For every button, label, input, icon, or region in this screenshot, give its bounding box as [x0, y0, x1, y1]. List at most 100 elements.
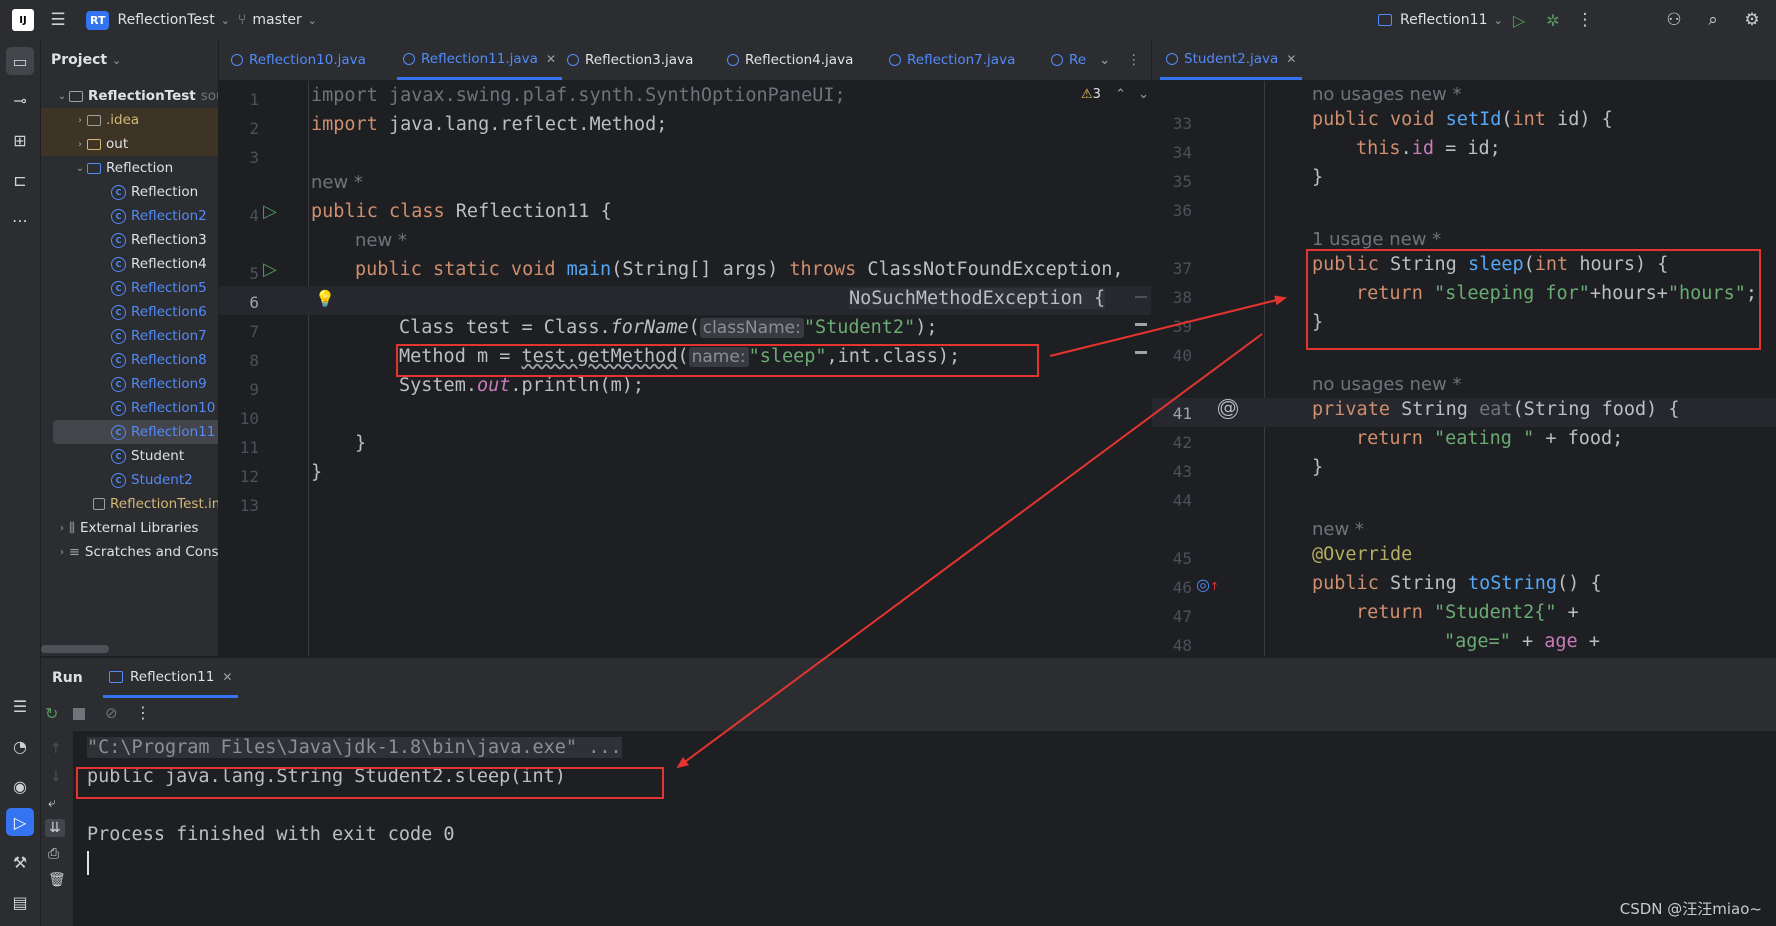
tree-item-class[interactable]: C Reflection	[41, 180, 218, 204]
split-divider[interactable]	[1151, 40, 1152, 657]
run-config-selector[interactable]: Reflection11 ⌄	[1378, 0, 1503, 40]
vcs-branch-switcher[interactable]: ⑂ master ⌄	[238, 0, 317, 40]
intellij-logo-icon[interactable]: IJ	[12, 9, 34, 31]
tree-item-class[interactable]: C Student	[41, 444, 218, 468]
tree-item-label: Reflection10	[131, 400, 216, 416]
code-vision-hint[interactable]: new *	[311, 172, 363, 193]
structure-icon[interactable]: ⊞	[6, 126, 34, 154]
search-icon[interactable]: ⌕	[1701, 8, 1725, 32]
run-toolbar: ↻ ⊘ ⋮	[41, 698, 1776, 731]
settings-gear-icon[interactable]: ⚙	[1740, 8, 1764, 32]
tree-item-class[interactable]: C Reflection3	[41, 228, 218, 252]
close-icon[interactable]: ✕	[1286, 52, 1296, 66]
more-actions-icon[interactable]: ⋮	[135, 703, 151, 722]
chevron-right-icon: ›	[60, 522, 64, 534]
tab-student2[interactable]: Student2.java ✕	[1160, 40, 1303, 80]
add-user-icon[interactable]: ⚇	[1662, 8, 1686, 32]
tree-item-class[interactable]: C Reflection2	[41, 204, 218, 228]
tab-reflection3[interactable]: Reflection3.java	[567, 40, 693, 80]
terminal-icon[interactable]: ▤	[6, 888, 34, 916]
chevron-down-icon: ⌄	[57, 90, 67, 102]
chevron-down-icon[interactable]: ⌄	[1138, 87, 1149, 102]
tree-item-class[interactable]: C Reflection7	[41, 324, 218, 348]
close-icon[interactable]: ✕	[222, 670, 232, 684]
class-icon: C	[111, 472, 126, 488]
run-gutter-icon[interactable]: ▷	[263, 259, 277, 280]
profiler-icon[interactable]: ◔	[6, 732, 34, 760]
run-tool-icon[interactable]: ▷	[6, 808, 34, 836]
code-vision-hint[interactable]: no usages new *	[1312, 374, 1461, 395]
title-bar: IJ ☰ RT ReflectionTest ⌄ ⑂ master ⌄ Refl…	[0, 0, 1776, 41]
class-icon	[231, 54, 243, 66]
project-switcher[interactable]: RT ReflectionTest ⌄	[86, 0, 230, 40]
debug-icon[interactable]: ✲	[1541, 8, 1565, 32]
tree-item-class[interactable]: C Reflection4	[41, 252, 218, 276]
code-vision-hint[interactable]: no usages new *	[1312, 84, 1461, 105]
tree-item-label: Student2	[131, 472, 193, 488]
arrow-up-icon[interactable]: ↑	[50, 741, 62, 757]
arrow-down-icon[interactable]: ↓	[50, 769, 62, 785]
more-tabs-icon[interactable]: ⋮	[1127, 40, 1141, 80]
code-vision-hint[interactable]: 1 usage new *	[1312, 229, 1441, 250]
tree-item-class[interactable]: C Student2	[41, 468, 218, 492]
tree-item-root[interactable]: ⌄ ReflectionTest sour	[41, 84, 218, 108]
tree-item-iml-file[interactable]: ReflectionTest.im	[41, 492, 218, 516]
line-number: 6	[249, 293, 259, 312]
tab-reflection7[interactable]: Reflection7.java	[889, 40, 1015, 80]
tree-item-class[interactable]: C Reflection5	[41, 276, 218, 300]
code-vision-hint[interactable]: new *	[1312, 519, 1364, 540]
soft-wrap-icon[interactable]: ⤶	[48, 795, 56, 811]
tab-reflection4[interactable]: Reflection4.java	[727, 40, 853, 80]
rerun-icon[interactable]: ↻	[45, 704, 58, 723]
warning-icon: ⚠	[1081, 87, 1093, 102]
tree-item-class[interactable]: C Reflection8	[41, 348, 218, 372]
run-icon[interactable]: ▷	[1507, 8, 1531, 32]
horizontal-scrollbar[interactable]	[41, 645, 109, 653]
bookmarks-icon[interactable]: ⊏	[6, 166, 34, 194]
commit-icon[interactable]: ⊸	[6, 86, 34, 114]
more-tools-icon[interactable]: ⋯	[6, 206, 34, 234]
watermark: CSDN @汪汪miao~	[1619, 900, 1762, 918]
tab-reflection11[interactable]: Reflection11.java ✕	[397, 40, 562, 80]
inspection-widget[interactable]: ⚠3 ⌃ ⌄	[1081, 87, 1149, 102]
run-gutter-icon[interactable]: ▷	[263, 201, 277, 222]
lightbulb-icon[interactable]: 💡	[315, 289, 335, 308]
services-icon[interactable]: ◉	[6, 772, 34, 800]
tab-run-reflection11[interactable]: Reflection11 ✕	[103, 658, 239, 698]
more-actions-icon[interactable]: ⋮	[1573, 8, 1597, 32]
class-icon	[727, 54, 739, 66]
stop-icon[interactable]	[73, 708, 85, 720]
todo-list-icon[interactable]: ☰	[6, 692, 34, 720]
chevron-down-icon[interactable]: ⌄	[1099, 40, 1110, 80]
close-icon[interactable]: ✕	[546, 52, 556, 66]
print-icon[interactable]: ⎙	[48, 846, 59, 862]
trash-icon[interactable]: 🗑	[48, 872, 66, 888]
run-console[interactable]: "C:\Program Files\Java\jdk-1.8\bin\java.…	[73, 731, 1776, 926]
main-menu-icon[interactable]: ☰	[46, 8, 70, 32]
scroll-to-end-icon[interactable]: ⇊	[45, 819, 65, 837]
class-icon: C	[111, 208, 126, 224]
tab-truncated[interactable]: Re	[1051, 40, 1086, 80]
chevron-right-icon: ›	[60, 546, 64, 558]
editor-student2[interactable]: 33 34 35 36 37 38 39 40 41 42 43 44 45 4…	[1152, 81, 1776, 656]
at-sign-icon[interactable]: @	[1218, 399, 1238, 419]
restore-layout-icon[interactable]: ⊘	[105, 704, 118, 722]
tab-reflection10[interactable]: Reflection10.java	[231, 40, 366, 80]
tree-item-class[interactable]: C Reflection10	[41, 396, 218, 420]
tree-item-scratches[interactable]: › ≡ Scratches and Conso	[41, 540, 218, 564]
code-vision-hint[interactable]: new *	[355, 230, 407, 251]
tree-item-idea[interactable]: › .idea	[41, 108, 218, 132]
tree-item-class[interactable]: C Reflection6	[41, 300, 218, 324]
tree-item-src-folder[interactable]: ⌄ Reflection	[41, 156, 218, 180]
tree-item-external-libraries[interactable]: › ⫼ External Libraries	[41, 516, 218, 540]
project-panel-title[interactable]: Project ⌄	[51, 52, 121, 68]
chevron-up-icon[interactable]: ⌃	[1115, 87, 1126, 102]
line-number: 43	[1172, 462, 1192, 481]
project-folder-icon[interactable]: ▭	[6, 47, 34, 75]
build-hammer-icon[interactable]: ⚒	[6, 848, 34, 876]
tree-item-class[interactable]: C Reflection9	[41, 372, 218, 396]
code-line: Class test = Class.forName(className: "St…	[399, 317, 938, 338]
tree-item-class-selected[interactable]: C Reflection11	[53, 420, 218, 444]
tree-item-out[interactable]: › out	[41, 132, 218, 156]
overrides-method-icon[interactable]: ◎↑	[1196, 575, 1219, 594]
